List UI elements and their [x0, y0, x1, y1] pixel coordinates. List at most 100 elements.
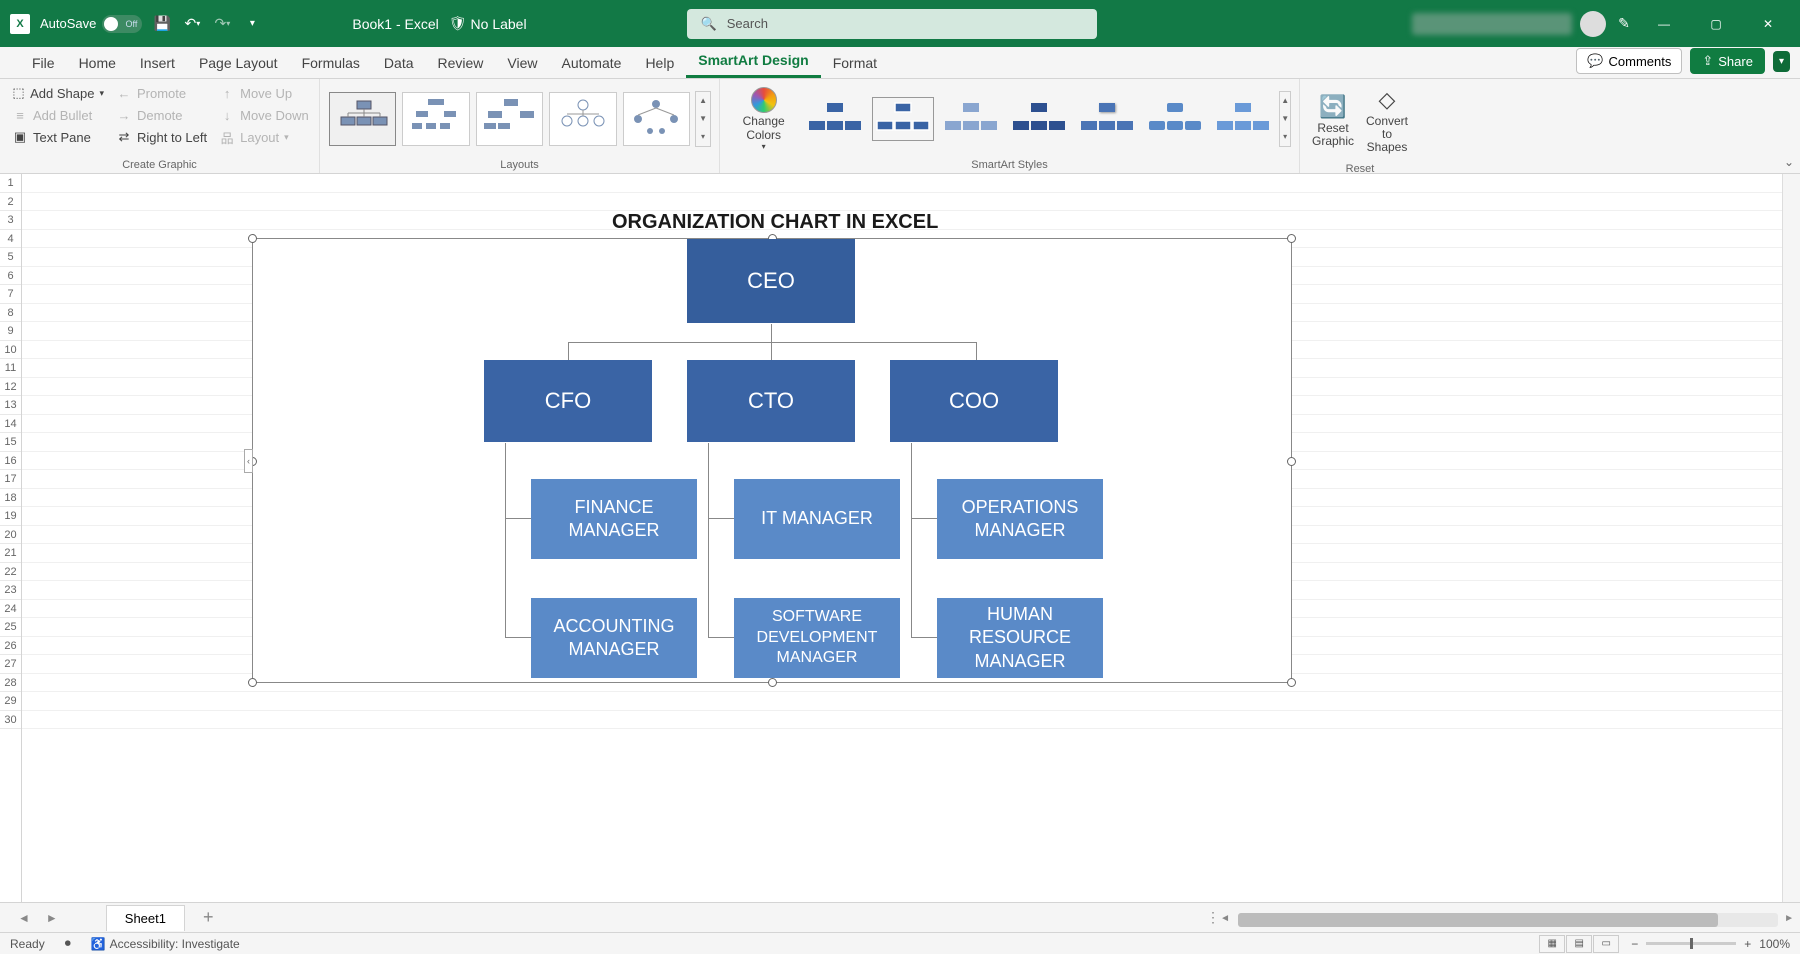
tab-insert[interactable]: Insert: [128, 48, 187, 78]
pencil-mode-icon[interactable]: ✎: [1614, 14, 1634, 34]
resize-handle[interactable]: [1287, 457, 1296, 466]
save-icon[interactable]: 💾: [152, 14, 172, 34]
resize-handle[interactable]: [248, 678, 257, 687]
horizontal-scrollbar[interactable]: [1238, 913, 1778, 927]
row-header[interactable]: 15: [0, 433, 21, 452]
layout-option-4[interactable]: [549, 92, 616, 146]
row-header[interactable]: 28: [0, 674, 21, 693]
org-node-cfo[interactable]: CFO: [484, 360, 652, 442]
smartart-object[interactable]: ‹ CEO CFO CTO COO FINANCE MANAGER IT MAN…: [252, 238, 1292, 683]
hscroll-thumb[interactable]: [1238, 913, 1718, 927]
resize-handle[interactable]: [1287, 234, 1296, 243]
worksheet-grid[interactable]: 12 34 56 78 910 1112 1314 1516 1718 1920…: [0, 174, 1800, 902]
row-header[interactable]: 8: [0, 304, 21, 323]
close-button[interactable]: ✕: [1746, 9, 1790, 39]
tab-help[interactable]: Help: [633, 48, 686, 78]
sensitivity-label[interactable]: 🛡No Label: [449, 15, 527, 32]
reset-graphic-button[interactable]: 🔄Reset Graphic: [1308, 83, 1358, 159]
vertical-scrollbar[interactable]: [1782, 174, 1800, 902]
org-node-accounting[interactable]: ACCOUNTING MANAGER: [531, 598, 697, 678]
layouts-gallery-spin[interactable]: ▲▼▾: [695, 91, 711, 147]
tab-format[interactable]: Format: [821, 48, 889, 78]
tab-home[interactable]: Home: [67, 48, 128, 78]
zoom-out[interactable]: −: [1631, 937, 1638, 951]
org-node-finance[interactable]: FINANCE MANAGER: [531, 479, 697, 559]
row-header[interactable]: 1: [0, 174, 21, 193]
text-pane-toggle[interactable]: ‹: [244, 449, 253, 473]
resize-handle[interactable]: [768, 678, 777, 687]
text-pane-button[interactable]: ▣Text Pane: [8, 127, 108, 147]
sheet-nav-next[interactable]: ►: [38, 911, 66, 925]
org-node-it[interactable]: IT MANAGER: [734, 479, 900, 559]
row-header[interactable]: 11: [0, 359, 21, 378]
row-header[interactable]: 4: [0, 230, 21, 249]
zoom-level[interactable]: 100%: [1759, 937, 1790, 951]
resize-handle[interactable]: [1287, 678, 1296, 687]
redo-icon[interactable]: ↷▾: [212, 14, 232, 34]
style-1[interactable]: [804, 97, 866, 141]
row-header[interactable]: 14: [0, 415, 21, 434]
row-header[interactable]: 17: [0, 470, 21, 489]
zoom-slider[interactable]: [1646, 942, 1736, 945]
row-header[interactable]: 23: [0, 581, 21, 600]
org-node-software[interactable]: SOFTWARE DEVELOPMENT MANAGER: [734, 598, 900, 678]
tab-page-layout[interactable]: Page Layout: [187, 48, 290, 78]
share-dropdown[interactable]: ▾: [1773, 51, 1790, 72]
org-node-hr[interactable]: HUMAN RESOURCE MANAGER: [937, 598, 1103, 678]
ribbon-collapse-icon[interactable]: ⌄: [1784, 155, 1794, 169]
undo-icon[interactable]: ↶▾: [182, 14, 202, 34]
style-5[interactable]: [1076, 97, 1138, 141]
row-header[interactable]: 20: [0, 526, 21, 545]
row-header[interactable]: 29: [0, 692, 21, 711]
tab-file[interactable]: File: [20, 48, 67, 78]
add-sheet-button[interactable]: +: [203, 907, 214, 928]
hscroll-right[interactable]: ►: [1784, 913, 1794, 924]
row-header[interactable]: 21: [0, 544, 21, 563]
qat-customize-icon[interactable]: ▾: [242, 14, 262, 34]
row-header[interactable]: 26: [0, 637, 21, 656]
style-3[interactable]: [940, 97, 1002, 141]
tab-review[interactable]: Review: [426, 48, 496, 78]
sheet-options-icon[interactable]: ⋮: [1206, 909, 1220, 926]
user-avatar[interactable]: [1580, 11, 1606, 37]
org-node-coo[interactable]: COO: [890, 360, 1058, 442]
row-header[interactable]: 3: [0, 211, 21, 230]
styles-gallery-spin[interactable]: ▲▼▾: [1279, 91, 1291, 147]
share-button[interactable]: ⇪Share: [1690, 48, 1765, 74]
tab-view[interactable]: View: [495, 48, 549, 78]
style-6[interactable]: [1144, 97, 1206, 141]
layout-option-5[interactable]: [623, 92, 690, 146]
row-header[interactable]: 22: [0, 563, 21, 582]
row-header[interactable]: 7: [0, 285, 21, 304]
sheet-nav-prev[interactable]: ◄: [10, 911, 38, 925]
layout-option-2[interactable]: [402, 92, 469, 146]
style-7[interactable]: [1212, 97, 1274, 141]
row-header[interactable]: 2: [0, 193, 21, 212]
row-header[interactable]: 24: [0, 600, 21, 619]
view-normal[interactable]: ▦: [1539, 935, 1565, 953]
maximize-button[interactable]: ▢: [1694, 9, 1738, 39]
org-node-operations[interactable]: OPERATIONS MANAGER: [937, 479, 1103, 559]
row-header[interactable]: 5: [0, 248, 21, 267]
resize-handle[interactable]: [248, 234, 257, 243]
macro-record-icon[interactable]: ⏺: [65, 936, 71, 951]
view-page-layout[interactable]: ▤: [1566, 935, 1592, 953]
row-header[interactable]: 9: [0, 322, 21, 341]
zoom-in[interactable]: +: [1744, 937, 1751, 951]
row-header[interactable]: 18: [0, 489, 21, 508]
row-header[interactable]: 12: [0, 378, 21, 397]
change-colors-button[interactable]: Change Colors▾: [728, 83, 799, 154]
org-node-cto[interactable]: CTO: [687, 360, 855, 442]
layout-option-1[interactable]: [329, 92, 396, 146]
row-header[interactable]: 16: [0, 452, 21, 471]
row-header[interactable]: 13: [0, 396, 21, 415]
tab-data[interactable]: Data: [372, 48, 426, 78]
row-header[interactable]: 6: [0, 267, 21, 286]
style-2[interactable]: [872, 97, 934, 141]
org-node-ceo[interactable]: CEO: [687, 239, 855, 323]
comments-button[interactable]: 💬Comments: [1576, 48, 1682, 74]
row-header[interactable]: 19: [0, 507, 21, 526]
convert-button[interactable]: ◇Convert to Shapes: [1362, 83, 1412, 159]
tab-formulas[interactable]: Formulas: [290, 48, 372, 78]
row-header[interactable]: 10: [0, 341, 21, 360]
